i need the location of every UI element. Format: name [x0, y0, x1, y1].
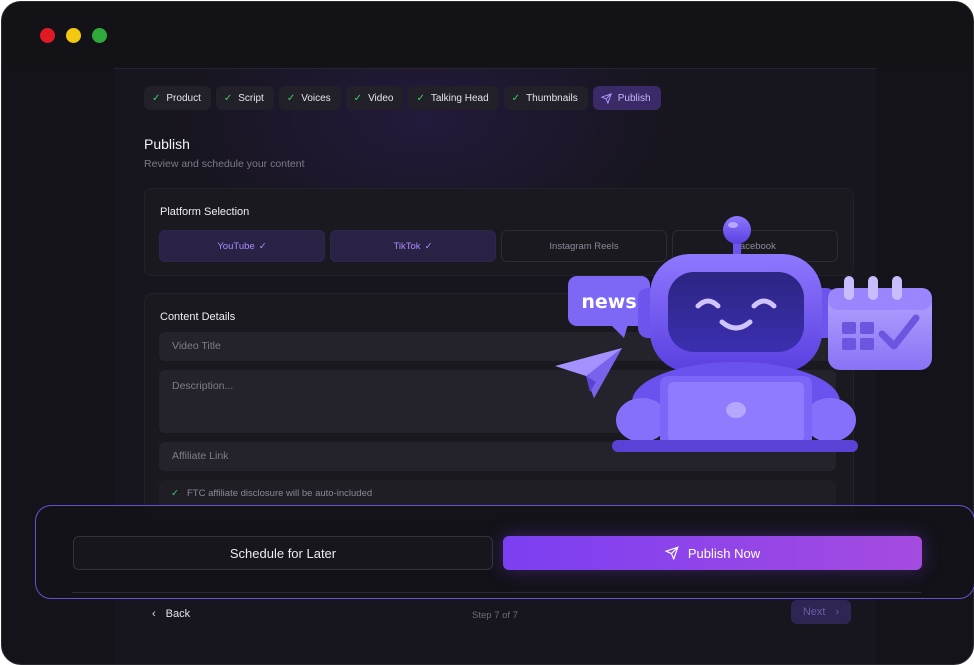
check-icon: ✓: [416, 92, 425, 104]
step-video[interactable]: ✓ Video: [345, 86, 404, 110]
step-publish[interactable]: Publish: [592, 86, 661, 110]
chevron-right-icon: ›: [835, 606, 840, 618]
check-icon: ✓: [424, 240, 433, 252]
card-title: Platform Selection: [160, 206, 250, 218]
step-talking-head[interactable]: ✓ Talking Head: [408, 86, 499, 110]
check-icon: ✓: [258, 240, 267, 252]
robot-mascot-illustration: news: [555, 216, 932, 452]
next-button[interactable]: Next ›: [791, 600, 851, 624]
divider: [72, 592, 921, 593]
ftc-note-text: FTC affiliate disclosure will be auto-in…: [186, 488, 373, 499]
step-label: Product: [166, 92, 201, 104]
platform-label: TikTok: [393, 240, 421, 252]
step-product[interactable]: ✓ Product: [144, 86, 211, 110]
calendar-check-icon: [828, 276, 932, 370]
platform-tiktok[interactable]: TikTok ✓: [330, 230, 496, 262]
check-icon: ✓: [152, 92, 161, 104]
step-label: Script: [238, 92, 264, 104]
minimize-window-button[interactable]: [66, 28, 81, 43]
step-counter: Step 7 of 7: [472, 610, 518, 621]
step-label: Video: [368, 92, 394, 104]
step-label: Publish: [617, 92, 651, 104]
publish-label: Publish Now: [687, 545, 761, 561]
page-title: Publish: [144, 136, 190, 152]
step-tabs: ✓ Product ✓ Script ✓ Voices ✓ Video ✓ Talking…: [144, 86, 661, 110]
news-bubble-icon: news: [568, 276, 650, 338]
ftc-disclosure-note: ✓ FTC affiliate disclosure will be auto-…: [159, 480, 836, 507]
step-thumbnails[interactable]: ✓ Thumbnails: [503, 86, 588, 110]
step-label: Talking Head: [430, 92, 489, 104]
check-icon: ✓: [223, 92, 233, 104]
paper-plane-icon: [664, 546, 679, 560]
check-icon: ✓: [353, 92, 363, 104]
next-label: Next: [802, 606, 826, 618]
news-bubble-text: news: [581, 291, 636, 313]
publish-actions-panel: Schedule for Later Publish Now: [35, 505, 974, 599]
publish-now-button[interactable]: Publish Now: [503, 536, 922, 570]
step-label: Voices: [301, 92, 331, 104]
close-window-button[interactable]: [40, 28, 55, 43]
schedule-for-later-button[interactable]: Schedule for Later: [73, 536, 493, 570]
platform-label: YouTube: [217, 240, 255, 252]
platform-youtube[interactable]: YouTube ✓: [159, 230, 325, 262]
step-script[interactable]: ✓ Script: [215, 86, 274, 110]
step-voices[interactable]: ✓ Voices: [278, 86, 341, 110]
wizard-footer: ‹ Back Step 7 of 7 Next ›: [114, 600, 876, 664]
card-title: Content Details: [160, 311, 236, 323]
page-subtitle: Review and schedule your content: [144, 158, 305, 170]
check-icon: ✓: [511, 92, 521, 104]
check-icon: ✓: [171, 488, 179, 499]
step-label: Thumbnails: [526, 92, 578, 104]
paper-plane-icon: [600, 92, 612, 104]
paper-plane-icon: [555, 348, 622, 398]
maximize-window-button[interactable]: [92, 28, 107, 43]
title-bar: [2, 2, 973, 66]
check-icon: ✓: [286, 92, 296, 104]
schedule-label: Schedule for Later: [229, 545, 337, 561]
